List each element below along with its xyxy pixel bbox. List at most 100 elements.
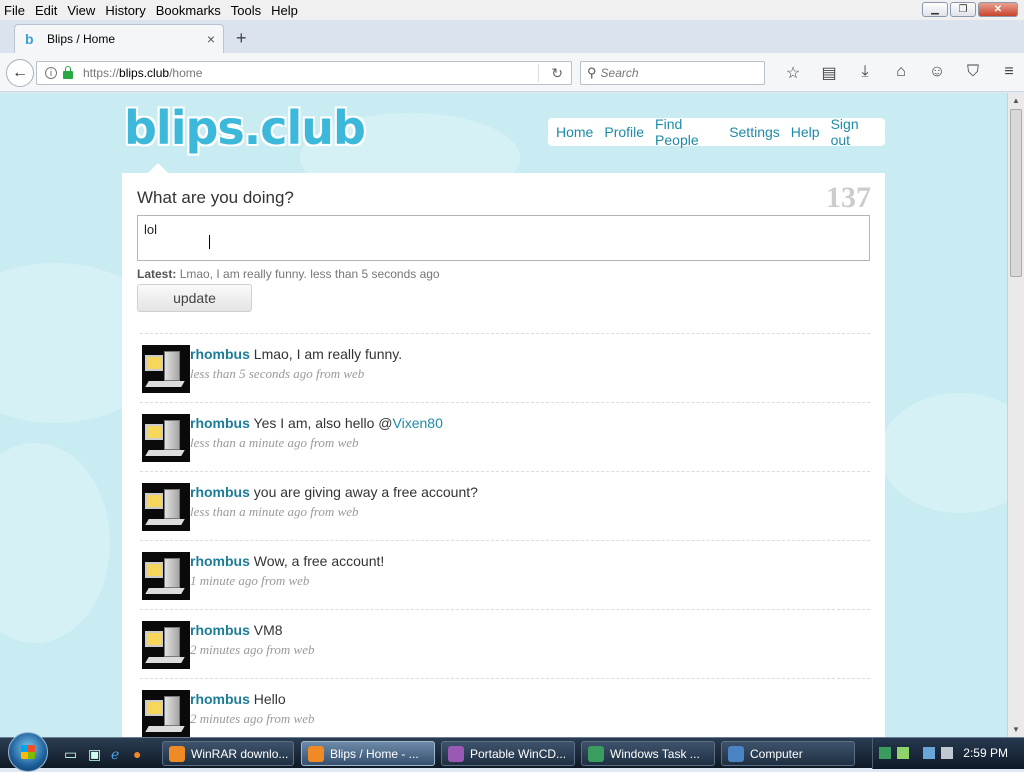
task-computer[interactable]: Computer [721, 741, 855, 766]
entry-meta[interactable]: less than 5 seconds ago from web [190, 366, 364, 382]
page-scrollbar[interactable]: ▲ ▼ [1007, 93, 1024, 737]
wincdemu-icon [448, 745, 464, 762]
firefox-icon [308, 745, 324, 762]
safely-remove-icon[interactable] [897, 747, 909, 759]
entry-username[interactable]: rhombus [190, 484, 250, 500]
tab-close-icon[interactable]: × [207, 31, 215, 47]
nav-help-link[interactable]: Help [791, 124, 820, 140]
avatar[interactable] [142, 345, 190, 393]
entry-meta[interactable]: less than a minute ago from web [190, 435, 359, 451]
search-input[interactable] [600, 66, 751, 80]
character-counter: 137 [826, 181, 871, 214]
nav-sign-out-link[interactable]: Sign out [831, 116, 874, 148]
task-windows-task-manager[interactable]: Windows Task ... [581, 741, 715, 766]
home-icon[interactable]: ⌂ [883, 63, 919, 83]
nav-profile-link[interactable]: Profile [604, 124, 644, 140]
menu-file[interactable]: File [4, 3, 25, 18]
menu-help[interactable]: Help [271, 3, 298, 18]
system-clock[interactable]: 2:59 PM [963, 746, 1008, 760]
network-icon[interactable] [923, 747, 935, 759]
menu-history[interactable]: History [105, 3, 145, 18]
entry-username[interactable]: rhombus [190, 553, 250, 569]
timeline-entry: rhombus Lmao, I am really funny. less th… [140, 333, 870, 402]
timeline-entry: rhombus Yes I am, also hello @Vixen80 le… [140, 402, 870, 471]
tab-blips-home[interactable]: b Blips / Home × [14, 24, 224, 53]
hello-chat-icon[interactable]: ☺ [919, 63, 955, 83]
avatar[interactable] [142, 552, 190, 600]
internet-explorer-icon[interactable]: ℯ [111, 746, 119, 763]
hamburger-menu-icon[interactable]: ≡ [991, 63, 1024, 83]
avatar[interactable] [142, 621, 190, 669]
entry-meta[interactable]: 2 minutes ago from web [190, 642, 314, 658]
timeline-entry: rhombus Hello 2 minutes ago from web [140, 678, 870, 737]
main-card: What are you doing? 137 lol Latest: Lmao… [122, 173, 885, 737]
computer-icon [728, 745, 744, 762]
new-tab-icon[interactable]: + [236, 28, 247, 49]
tab-title: Blips / Home [47, 32, 116, 46]
pocket-icon[interactable]: ⛉ [955, 63, 991, 83]
entry-meta[interactable]: 2 minutes ago from web [190, 711, 314, 727]
downloads-icon[interactable]: ⤓ [847, 63, 883, 83]
task-label: Windows Task ... [610, 746, 700, 761]
nav-find-people-link[interactable]: Find People [655, 116, 718, 148]
search-icon: ⚲ [587, 65, 597, 80]
scroll-down-icon[interactable]: ▼ [1012, 725, 1020, 734]
entry-message: Yes I am, also hello @ [253, 415, 393, 431]
bookmark-star-icon[interactable]: ☆ [775, 63, 811, 83]
volume-icon[interactable] [941, 747, 953, 759]
scroll-up-icon[interactable]: ▲ [1012, 96, 1020, 105]
nav-home-link[interactable]: Home [556, 124, 593, 140]
latest-text: Lmao, I am really funny. less than 5 sec… [179, 267, 440, 281]
entry-mention-link[interactable]: Vixen80 [393, 415, 443, 431]
text-cursor-icon [209, 235, 210, 249]
back-button[interactable]: ← [6, 59, 34, 87]
status-textarea[interactable]: lol [137, 215, 870, 261]
background-cloud [880, 393, 1007, 513]
card-pointer [148, 163, 168, 173]
task-blips-home[interactable]: Blips / Home - ... [301, 741, 435, 766]
close-window-button[interactable]: ✕ [978, 2, 1018, 17]
address-bar[interactable]: i https://blips.club/home ↻ [36, 61, 572, 85]
timeline-entry: rhombus Wow, a free account! 1 minute ag… [140, 540, 870, 609]
page-viewport: blips.club Home Profile Find People Sett… [0, 93, 1007, 737]
nav-settings-link[interactable]: Settings [729, 124, 780, 140]
avatar[interactable] [142, 690, 190, 737]
entry-text: rhombus Wow, a free account! [190, 553, 384, 569]
menu-bookmarks[interactable]: Bookmarks [156, 3, 221, 18]
task-manager-tray-icon[interactable] [879, 747, 891, 759]
tab-bar: b Blips / Home × + [0, 20, 1024, 53]
entry-username[interactable]: rhombus [190, 346, 250, 362]
entry-username[interactable]: rhombus [190, 691, 250, 707]
scroll-thumb[interactable] [1010, 109, 1022, 277]
menu-edit[interactable]: Edit [35, 3, 57, 18]
start-button[interactable] [8, 732, 48, 772]
show-desktop-icon[interactable]: ▭ [64, 746, 77, 763]
lock-icon [63, 66, 73, 79]
avatar[interactable] [142, 414, 190, 462]
menu-view[interactable]: View [67, 3, 95, 18]
reload-icon[interactable]: ↻ [551, 65, 563, 82]
firefox-quicklaunch-icon[interactable]: ● [133, 746, 141, 762]
site-navigation: Home Profile Find People Settings Help S… [548, 116, 885, 148]
site-logo[interactable]: blips.club [124, 101, 366, 155]
url-separator [538, 64, 539, 82]
avatar[interactable] [142, 483, 190, 531]
restore-button[interactable]: ❐ [950, 2, 976, 17]
entry-username[interactable]: rhombus [190, 622, 250, 638]
task-winrar[interactable]: WinRAR downlo... [162, 741, 294, 766]
entry-meta[interactable]: less than a minute ago from web [190, 504, 359, 520]
firefox-icon [169, 745, 185, 762]
menu-tools[interactable]: Tools [231, 3, 261, 18]
task-portable-wincd[interactable]: Portable WinCD... [441, 741, 575, 766]
url-text: https://blips.club/home [83, 66, 202, 80]
site-info-icon[interactable]: i [45, 67, 57, 79]
navigation-bar: ← i https://blips.club/home ↻ ⚲ ☆ ▤ ⤓ ⌂ … [0, 53, 1024, 92]
reading-list-icon[interactable]: ▤ [811, 63, 847, 83]
entry-meta[interactable]: 1 minute ago from web [190, 573, 309, 589]
minimize-button[interactable]: ▁ [922, 2, 948, 17]
entry-username[interactable]: rhombus [190, 415, 250, 431]
switch-windows-icon[interactable]: ▣ [88, 746, 101, 763]
task-label: Computer [750, 746, 803, 761]
search-box[interactable]: ⚲ [580, 61, 765, 85]
update-button[interactable]: update [137, 284, 252, 312]
